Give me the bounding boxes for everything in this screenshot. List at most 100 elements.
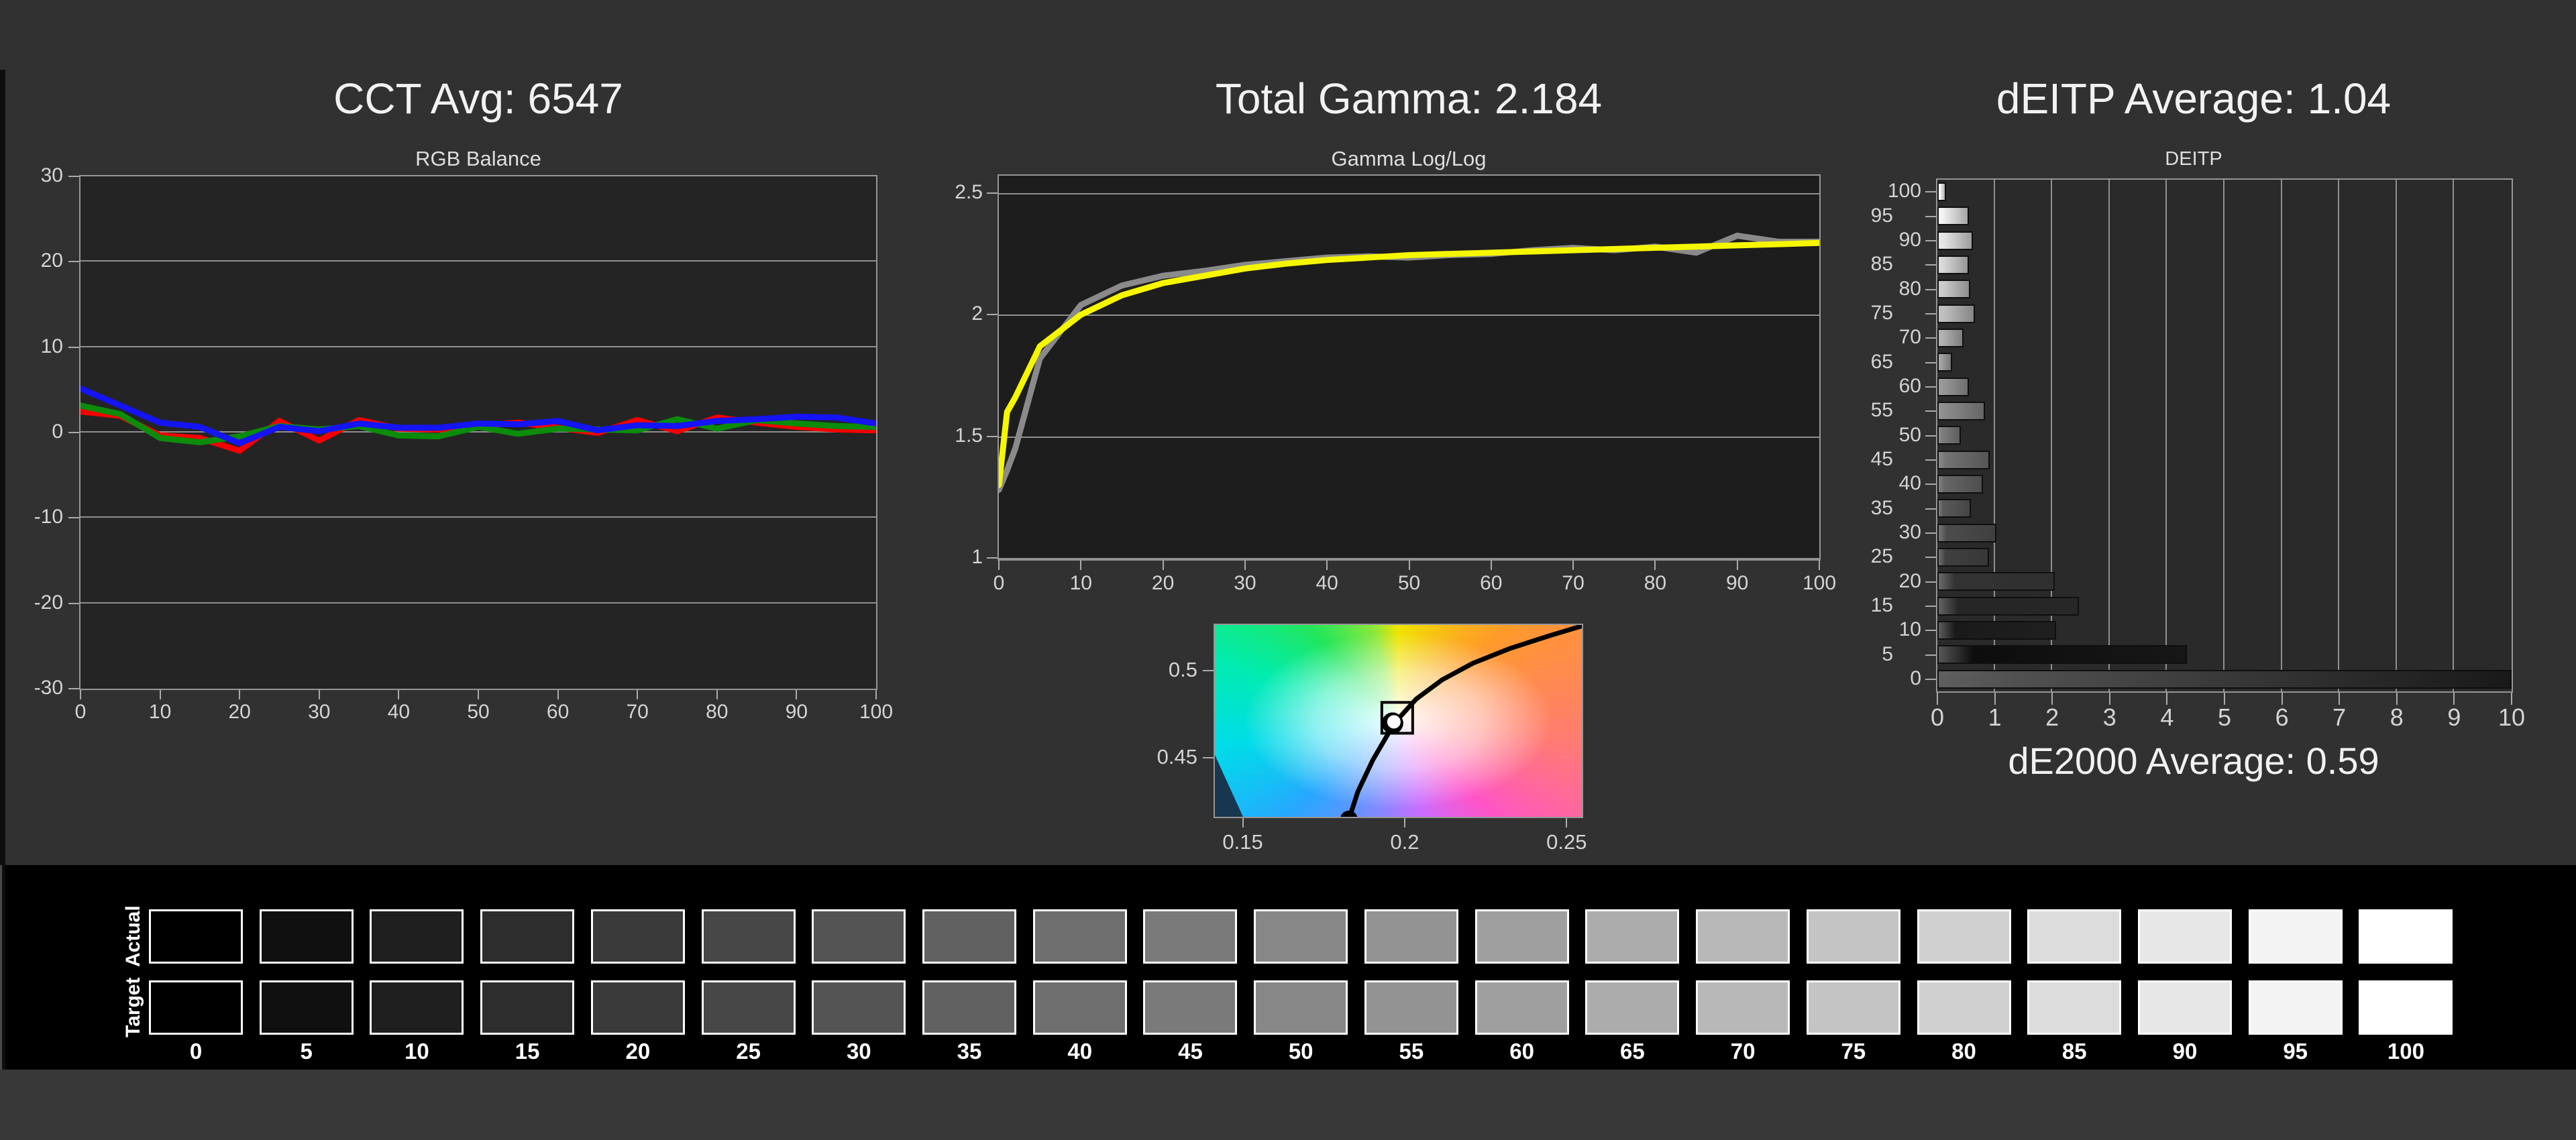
gamma-xtick-label: 100 xyxy=(1802,572,1837,594)
target-swatch-85 xyxy=(2027,980,2122,1035)
actual-swatch-75 xyxy=(1806,909,1900,964)
deitp-xtick-label: 4 xyxy=(2160,703,2174,731)
cie-ytick-label: 0.5 xyxy=(1168,658,1197,682)
gamma-xtick xyxy=(1572,561,1574,570)
cie-xtick-label: 0.2 xyxy=(1390,830,1419,854)
deitp-ytick xyxy=(1925,288,1936,290)
gamma-xtick xyxy=(998,561,1000,570)
target-swatch-30 xyxy=(812,980,906,1035)
cie-xtick xyxy=(1242,818,1244,828)
rgb-xtick xyxy=(875,690,877,699)
target-swatch-35 xyxy=(922,980,1017,1035)
deitp-ytick xyxy=(1925,191,1936,193)
deitp-bar-35 xyxy=(1937,499,1971,518)
actual-swatch-85 xyxy=(2027,909,2122,964)
deitp-bar-plot-area xyxy=(1936,178,2513,693)
rgb-xtick xyxy=(796,690,798,699)
deitp-ytick-label: 50 xyxy=(1898,423,1921,446)
deitp-ytick-label: 25 xyxy=(1870,545,1893,568)
target-swatch-0 xyxy=(149,980,243,1035)
deitp-ytick xyxy=(1925,459,1936,461)
gamma-ytick xyxy=(987,557,998,559)
deitp-bar-100 xyxy=(1937,182,1946,201)
ramp-level-label: 75 xyxy=(1841,1039,1866,1064)
gamma-ytick-label: 1 xyxy=(971,546,983,568)
rgb-xtick xyxy=(239,690,241,699)
actual-swatch-20 xyxy=(590,909,685,964)
deitp-gridline-4 xyxy=(2165,180,2167,691)
deitp-bar-30 xyxy=(1937,523,1997,543)
ramp-level-label: 70 xyxy=(1730,1039,1756,1064)
actual-swatch-100 xyxy=(2359,909,2453,964)
deitp-bar-40 xyxy=(1937,475,1984,494)
ramp-level-label: 40 xyxy=(1067,1039,1093,1064)
rgb-ytick-label: -20 xyxy=(34,591,63,614)
rgb-xtick-label: 80 xyxy=(706,701,729,723)
actual-swatch-55 xyxy=(1364,909,1458,964)
deitp-ytick xyxy=(1925,508,1936,510)
deitp-ytick xyxy=(1925,605,1936,607)
deitp-ytick xyxy=(1925,337,1936,339)
grayscale-ramp-strip: 0 5 10 15 20 25 30 35 40 45 50 55 60 65 70 75 80 85 90 95 10… xyxy=(0,865,2576,1070)
gamma-xtick-label: 80 xyxy=(1644,572,1667,594)
deitp-ytick xyxy=(1925,581,1936,583)
ramp-level-label: 65 xyxy=(1620,1039,1645,1064)
deitp-bar-45 xyxy=(1937,450,1990,469)
target-swatch-45 xyxy=(1143,980,1238,1035)
deitp-ytick xyxy=(1925,678,1936,680)
deitp-xtick-label: 7 xyxy=(2332,703,2347,731)
gamma-xtick-label: 0 xyxy=(993,572,1005,594)
rgb-ytick xyxy=(68,261,79,263)
deitp-ytick-label: 30 xyxy=(1898,520,1921,543)
gamma-xtick-label: 20 xyxy=(1151,572,1175,594)
target-swatch-10 xyxy=(370,980,464,1035)
deitp-ytick-label: 80 xyxy=(1898,277,1921,300)
deitp-average-title: dEITP Average: 1.04 xyxy=(1996,74,2392,123)
deitp-xtick-label: 10 xyxy=(2498,703,2526,731)
gamma-xtick-label: 70 xyxy=(1562,572,1585,594)
deitp-ytick xyxy=(1925,215,1936,217)
target-swatch-60 xyxy=(1474,980,1569,1035)
actual-swatch-25 xyxy=(701,909,796,964)
rgb-xtick-label: 0 xyxy=(74,701,87,723)
actual-swatch-5 xyxy=(259,909,354,964)
deitp-xtick-label: 6 xyxy=(2275,703,2289,731)
ramp-level-label: 50 xyxy=(1288,1039,1313,1064)
deitp-ytick-label: 40 xyxy=(1898,472,1921,495)
deitp-gridline-5 xyxy=(2223,180,2224,691)
deitp-ytick xyxy=(1925,410,1936,412)
de2000-average-label: dE2000 Average: 0.59 xyxy=(2008,740,2379,782)
deitp-bar-70 xyxy=(1937,329,1964,347)
cct-average-title: CCT Avg: 6547 xyxy=(333,74,623,123)
ramp-row-label-actual: Actual xyxy=(122,905,144,968)
target-swatch-90 xyxy=(2137,980,2232,1035)
gamma-xtick-label: 50 xyxy=(1397,572,1421,594)
rgb-ytick xyxy=(68,517,79,519)
rgb-ytick-label: 10 xyxy=(40,335,63,357)
deitp-xtick-label: 5 xyxy=(2217,703,2232,731)
ramp-level-label: 35 xyxy=(957,1039,982,1064)
deitp-subtitle: DEITP xyxy=(2165,148,2222,170)
rgb-xtick xyxy=(478,690,479,699)
deitp-ytick-label: 10 xyxy=(1898,618,1921,641)
deitp-ytick xyxy=(1925,386,1936,388)
deitp-bar-90 xyxy=(1937,231,1974,250)
deitp-ytick xyxy=(1925,435,1936,437)
gamma-xtick-label: 60 xyxy=(1480,572,1503,594)
rgb-ytick xyxy=(68,346,79,348)
rgb-ytick xyxy=(68,687,79,689)
target-swatch-100 xyxy=(2359,980,2453,1035)
gamma-xtick xyxy=(1654,561,1656,570)
gamma-ytick-label: 1.5 xyxy=(955,424,983,447)
ramp-level-label: 0 xyxy=(189,1039,203,1064)
rgb-ytick xyxy=(68,176,79,177)
gamma-ytick-label: 2 xyxy=(971,302,983,325)
ramp-level-label: 25 xyxy=(736,1039,761,1064)
deitp-ytick-label: 70 xyxy=(1898,326,1921,349)
actual-swatch-80 xyxy=(1917,909,2011,964)
gamma-ytick xyxy=(987,192,998,194)
deitp-xtick-label: 3 xyxy=(2102,703,2116,731)
ramp-row-label-target: Target xyxy=(122,977,144,1038)
actual-swatch-50 xyxy=(1254,909,1348,964)
ramp-level-label: 90 xyxy=(2172,1039,2198,1064)
